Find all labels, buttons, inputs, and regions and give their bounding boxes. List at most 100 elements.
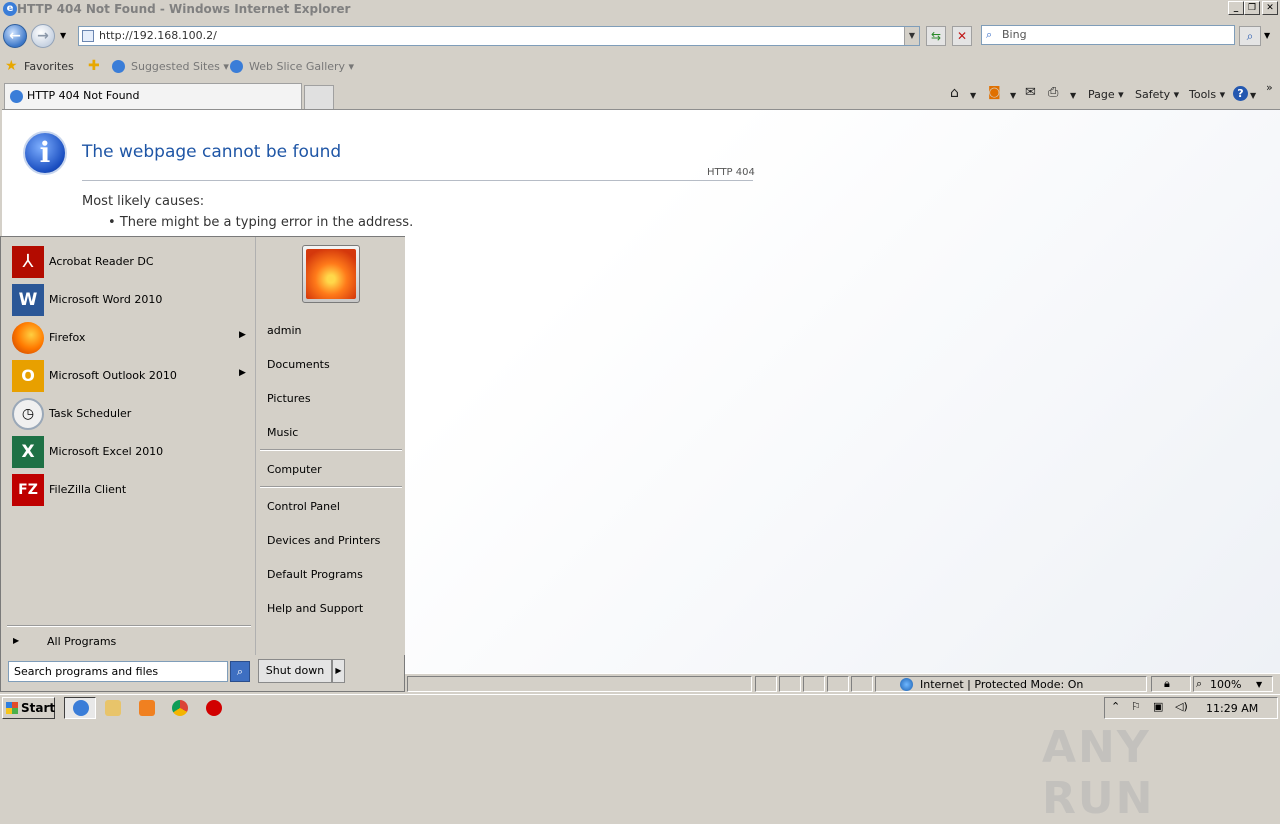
status-text-cell xyxy=(407,676,752,692)
mail-icon[interactable]: ✉ xyxy=(1025,85,1036,100)
program-acrobat[interactable]: ⅄ Acrobat Reader DC xyxy=(9,244,249,280)
excel-icon: X xyxy=(12,436,44,468)
action-center-flag-icon[interactable]: ⚐ xyxy=(1131,700,1141,713)
web-slice-icon xyxy=(230,60,243,73)
safety-menu[interactable]: Safety ▾ xyxy=(1135,88,1179,101)
add-favorite-icon[interactable]: ✚ xyxy=(88,58,100,74)
stop-button[interactable]: ✕ xyxy=(952,26,972,46)
search-input[interactable]: ⌕ Bing xyxy=(981,25,1235,45)
feeds-icon[interactable]: ◙ xyxy=(988,85,1001,100)
program-label: Acrobat Reader DC xyxy=(49,255,154,268)
suggested-sites-icon xyxy=(112,60,125,73)
program-excel[interactable]: X Microsoft Excel 2010 xyxy=(9,434,249,470)
devices-printers-link[interactable]: Devices and Printers xyxy=(267,534,380,547)
flower-picture xyxy=(306,249,356,299)
back-button[interactable]: ← xyxy=(3,24,27,48)
zoom-dropdown-icon[interactable]: ▼ xyxy=(1256,680,1262,689)
volume-icon[interactable]: ◁) xyxy=(1175,700,1188,713)
clock[interactable]: 11:29 AM xyxy=(1206,702,1258,715)
show-hidden-icons-icon[interactable]: ⌃ xyxy=(1111,700,1120,713)
help-support-link[interactable]: Help and Support xyxy=(267,602,363,615)
chrome-icon[interactable] xyxy=(172,700,188,716)
start-button[interactable]: Start xyxy=(2,697,55,719)
help-icon[interactable]: ? xyxy=(1233,86,1248,101)
print-icon[interactable]: ⎙ xyxy=(1048,85,1058,100)
title-divider xyxy=(82,180,753,181)
default-programs-link[interactable]: Default Programs xyxy=(267,568,363,581)
program-outlook[interactable]: O Microsoft Outlook 2010 ▶ xyxy=(9,358,249,394)
start-menu: ⅄ Acrobat Reader DC W Microsoft Word 201… xyxy=(0,236,405,692)
opera-icon[interactable] xyxy=(206,700,222,716)
minimize-button[interactable]: _ xyxy=(1228,1,1244,15)
program-label: Task Scheduler xyxy=(49,407,132,420)
ie-icon: e xyxy=(3,2,17,16)
filezilla-icon: FZ xyxy=(12,474,44,506)
user-folder-link[interactable]: admin xyxy=(267,324,301,337)
security-lock-icon: 🔒︎ xyxy=(1164,677,1170,690)
more-commands-icon[interactable]: » xyxy=(1266,81,1273,94)
feeds-dropdown-icon[interactable]: ▼ xyxy=(1010,91,1016,100)
start-search-button[interactable]: ⌕ xyxy=(230,661,250,682)
ie-icon xyxy=(73,700,89,716)
tools-menu[interactable]: Tools ▾ xyxy=(1189,88,1225,101)
title-bar: e HTTP 404 Not Found - Windows Internet … xyxy=(0,0,1280,19)
program-word[interactable]: W Microsoft Word 2010 xyxy=(9,282,249,318)
causes-heading: Most likely causes: xyxy=(82,194,205,209)
network-icon[interactable]: ▣ xyxy=(1153,700,1163,713)
program-firefox[interactable]: Firefox ▶ xyxy=(9,320,249,356)
address-text: http://192.168.100.2/ xyxy=(99,29,217,42)
start-search-input[interactable]: Search programs and files xyxy=(8,661,228,682)
shutdown-options-button[interactable]: ▶ xyxy=(332,659,345,683)
pictures-link[interactable]: Pictures xyxy=(267,392,311,405)
home-icon[interactable]: ⌂ xyxy=(950,85,959,101)
restore-button[interactable]: ❐ xyxy=(1244,1,1260,15)
search-options-icon[interactable]: ▼ xyxy=(1264,31,1270,40)
program-label: Microsoft Word 2010 xyxy=(49,293,163,306)
status-cell xyxy=(803,676,825,692)
computer-link[interactable]: Computer xyxy=(267,463,322,476)
bing-icon: ⌕ xyxy=(986,28,993,41)
divider xyxy=(7,625,251,627)
close-button[interactable]: ✕ xyxy=(1262,1,1278,15)
user-avatar[interactable] xyxy=(302,245,360,303)
protected-mode-cell[interactable]: 🔒︎ xyxy=(1151,676,1191,692)
status-cell xyxy=(851,676,873,692)
print-dropdown-icon[interactable]: ▼ xyxy=(1070,91,1076,100)
page-menu[interactable]: Page ▾ xyxy=(1088,88,1124,101)
tab-label: HTTP 404 Not Found xyxy=(27,89,140,102)
status-cell xyxy=(779,676,801,692)
media-player-icon[interactable] xyxy=(139,700,155,716)
start-menu-places: admin Documents Pictures Music Computer … xyxy=(255,237,405,655)
home-dropdown-icon[interactable]: ▼ xyxy=(970,91,976,100)
zone-cell[interactable]: Internet | Protected Mode: On xyxy=(875,676,1147,692)
program-task-scheduler[interactable]: ◷ Task Scheduler xyxy=(9,396,249,432)
shutdown-button[interactable]: Shut down xyxy=(258,659,332,683)
control-panel-link[interactable]: Control Panel xyxy=(267,500,340,513)
forward-button[interactable]: → xyxy=(31,24,55,48)
suggested-sites-link[interactable]: Suggested Sites ▾ xyxy=(131,60,229,73)
new-tab-button[interactable] xyxy=(304,85,334,109)
folder-icon[interactable] xyxy=(105,700,121,716)
program-filezilla[interactable]: FZ FileZilla Client xyxy=(9,472,249,508)
refresh-button[interactable]: ⇆ xyxy=(926,26,946,46)
watermark: ANY RUN xyxy=(1042,722,1155,824)
tab-current[interactable]: HTTP 404 Not Found xyxy=(4,83,302,109)
address-dropdown-icon[interactable]: ▼ xyxy=(904,27,919,45)
recent-pages-dropdown-icon[interactable]: ▼ xyxy=(60,31,66,40)
zoom-control[interactable]: ⌕ 100% ▼ xyxy=(1193,676,1273,692)
favorites-button[interactable]: Favorites xyxy=(24,60,74,73)
web-slice-gallery-link[interactable]: Web Slice Gallery ▾ xyxy=(249,60,354,73)
music-link[interactable]: Music xyxy=(267,426,298,439)
zoom-level: 100% xyxy=(1210,678,1242,691)
start-search-placeholder: Search programs and files xyxy=(14,665,159,678)
taskbar-ie-button[interactable] xyxy=(64,697,96,719)
search-placeholder: Bing xyxy=(1002,28,1027,41)
ie-tab-icon xyxy=(10,90,23,103)
address-bar[interactable]: http://192.168.100.2/ ▼ xyxy=(78,26,920,46)
search-button[interactable]: ⌕ xyxy=(1239,26,1261,46)
documents-link[interactable]: Documents xyxy=(267,358,330,371)
all-programs-button[interactable]: All Programs xyxy=(47,635,116,648)
acrobat-icon: ⅄ xyxy=(12,246,44,278)
start-menu-programs: ⅄ Acrobat Reader DC W Microsoft Word 201… xyxy=(3,239,253,657)
help-dropdown-icon[interactable]: ▼ xyxy=(1250,91,1256,100)
